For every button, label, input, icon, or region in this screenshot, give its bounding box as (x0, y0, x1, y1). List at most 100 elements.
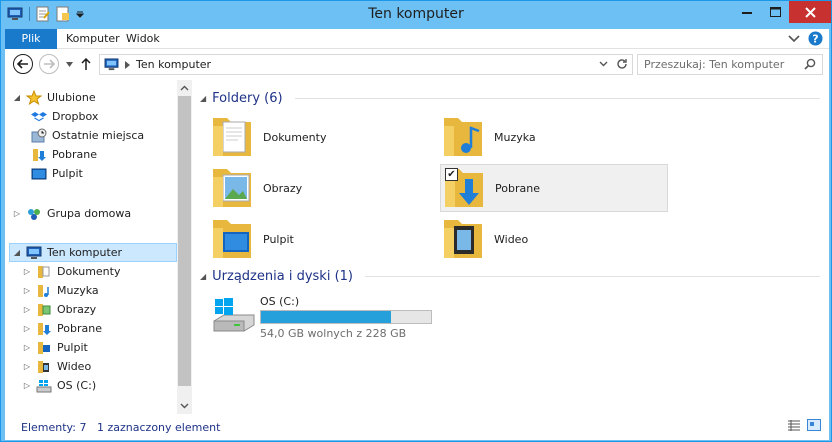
videos-folder-icon (38, 360, 49, 373)
nav-item-label: Obrazy (57, 303, 97, 316)
folder-tile-desktop[interactable]: Pulpit (209, 215, 437, 263)
folder-tile-music[interactable]: Muzyka (440, 113, 668, 161)
nav-item-desktop[interactable]: Pulpit (31, 164, 83, 183)
expand-arrow-icon[interactable]: ▷ (23, 267, 31, 276)
music-folder-icon (38, 284, 49, 297)
drive-icon (213, 298, 255, 332)
videos-folder-icon (444, 220, 482, 258)
group-header-devices[interactable]: ◢ Urządzenia i dyski (1) (200, 269, 820, 284)
nav-item-label: Pobrane (52, 148, 97, 161)
back-arrow-icon (17, 59, 28, 69)
computer-icon (26, 246, 42, 259)
folder-label: Wideo (494, 232, 529, 246)
folder-label: Pulpit (263, 232, 294, 246)
expand-arrow-icon[interactable]: ▷ (23, 305, 31, 314)
downloads-folder-icon (38, 322, 51, 335)
folder-tile-videos[interactable]: Wideo (440, 215, 668, 263)
content-pane: ◢ Foldery (6) Dokumenty Muzyka Obrazy ✔ … (192, 80, 829, 414)
divider (294, 98, 820, 99)
search-icon[interactable] (804, 58, 816, 70)
nav-item-music[interactable]: ▷ Muzyka (23, 281, 99, 300)
nav-item-label: Pulpit (57, 341, 88, 354)
nav-item-label: Pulpit (52, 167, 83, 180)
tab-computer[interactable]: Komputer (66, 29, 120, 49)
nav-item-documents[interactable]: ▷ Dokumenty (23, 262, 121, 281)
view-switcher (787, 419, 821, 431)
recent-locations-icon[interactable] (66, 62, 73, 67)
minimize-button[interactable] (733, 1, 761, 23)
nav-item-drive-c[interactable]: ▷ OS (C:) (23, 376, 96, 395)
forward-button[interactable] (39, 54, 59, 74)
tab-file[interactable]: Plik (5, 29, 57, 49)
expand-ribbon-icon[interactable] (788, 34, 800, 43)
star-icon (26, 89, 42, 105)
expand-arrow-icon[interactable]: ▷ (23, 381, 31, 390)
drive-usage-bar (260, 310, 432, 324)
address-bar[interactable]: Ten komputer (99, 54, 633, 75)
nav-item-downloads[interactable]: Pobrane (31, 145, 97, 164)
scrollbar-thumb[interactable] (178, 96, 191, 386)
nav-item-desktop[interactable]: ▷ Pulpit (23, 338, 88, 357)
nav-item-label: Ten komputer (47, 246, 123, 259)
desktop-icon (31, 168, 47, 179)
folder-tile-documents[interactable]: Dokumenty (209, 113, 437, 161)
nav-item-homegroup[interactable]: ▷ Grupa domowa (13, 204, 131, 223)
nav-item-this-pc[interactable]: ◢ Ten komputer (9, 243, 177, 262)
nav-item-downloads[interactable]: ▷ Pobrane (23, 319, 102, 338)
ribbon-tabs: Plik Komputer Widok ? (5, 29, 829, 49)
nav-item-recent-places[interactable]: Ostatnie miejsca (31, 126, 144, 145)
chevron-up-icon (180, 85, 189, 91)
nav-item-label: Pobrane (57, 322, 102, 335)
svg-text:?: ? (812, 33, 818, 46)
collapse-arrow-icon[interactable]: ◢ (13, 93, 21, 102)
refresh-icon[interactable] (616, 58, 628, 70)
maximize-button[interactable] (761, 1, 789, 23)
status-item-count: Elementy: 7 (21, 421, 87, 434)
folder-tile-pictures[interactable]: Obrazy (209, 164, 437, 212)
expand-arrow-icon[interactable]: ▷ (13, 209, 21, 218)
nav-item-pictures[interactable]: ▷ Obrazy (23, 300, 96, 319)
chevron-down-icon[interactable] (599, 61, 608, 67)
search-input[interactable]: Przeszukaj: Ten komputer (637, 54, 823, 75)
close-button[interactable] (789, 1, 831, 23)
up-arrow-icon[interactable] (81, 58, 91, 70)
details-view-icon[interactable] (787, 419, 801, 431)
expand-arrow-icon[interactable]: ▷ (23, 362, 31, 371)
folder-tile-downloads[interactable]: ✔ Pobrane (440, 164, 668, 212)
expand-arrow-icon[interactable]: ▷ (23, 286, 31, 295)
nav-item-favorites[interactable]: ◢ Ulubione (13, 88, 96, 107)
status-bar: Elementy: 7 1 zaznaczony element (5, 414, 829, 440)
title-bar[interactable]: Ten komputer (1, 1, 831, 29)
divider (364, 276, 820, 277)
folder-label: Muzyka (494, 130, 536, 144)
collapse-arrow-icon[interactable]: ◢ (13, 248, 21, 257)
desktop-folder-icon (38, 341, 50, 354)
drive-tile-c[interactable]: OS (C:) 54,0 GB wolnych z 228 GB (212, 293, 452, 343)
tiles-view-icon[interactable] (807, 419, 821, 431)
nav-item-dropbox[interactable]: Dropbox (31, 107, 98, 126)
navigation-scrollbar[interactable] (177, 80, 192, 414)
computer-icon (104, 58, 119, 71)
address-path[interactable]: Ten komputer (136, 58, 211, 71)
selection-checkbox[interactable]: ✔ (445, 168, 458, 181)
expand-arrow-icon[interactable]: ▷ (23, 343, 31, 352)
group-header-folders[interactable]: ◢ Foldery (6) (200, 91, 820, 106)
collapse-arrow-icon[interactable]: ◢ (200, 272, 206, 281)
address-bar-controls (599, 58, 628, 70)
scroll-up-button[interactable] (179, 82, 190, 94)
chevron-down-icon (180, 403, 189, 409)
homegroup-icon (28, 208, 40, 220)
expand-arrow-icon[interactable]: ▷ (23, 324, 31, 333)
back-button[interactable] (13, 54, 33, 74)
drive-usage-fill (261, 311, 391, 323)
nav-item-videos[interactable]: ▷ Wideo (23, 357, 91, 376)
pictures-folder-icon (213, 169, 251, 207)
nav-item-label: OS (C:) (57, 379, 97, 392)
help-icon[interactable]: ? (808, 31, 823, 46)
drive-icon (36, 379, 52, 392)
chevron-right-icon[interactable] (125, 60, 130, 69)
tab-view[interactable]: Widok (126, 29, 160, 49)
music-folder-icon (444, 118, 482, 156)
collapse-arrow-icon[interactable]: ◢ (200, 94, 206, 103)
scroll-down-button[interactable] (179, 400, 190, 412)
